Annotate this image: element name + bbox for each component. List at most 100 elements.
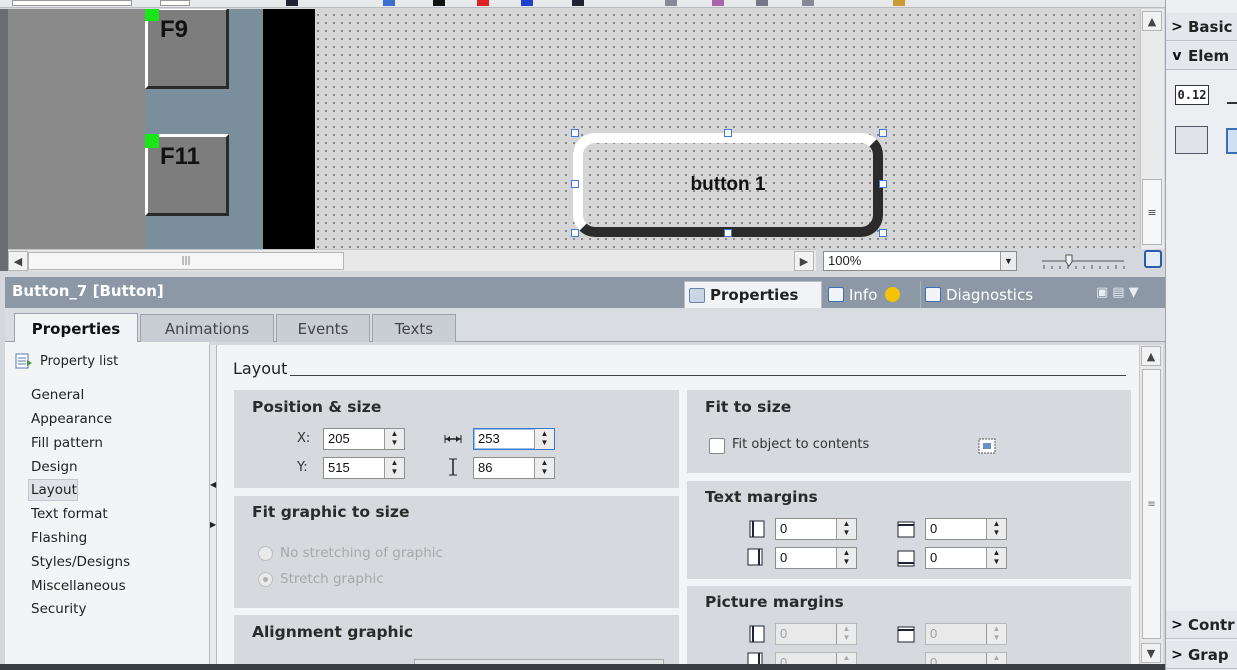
toolbox-section-elements[interactable]: v Elem: [1166, 42, 1237, 70]
subtab-events[interactable]: Events: [276, 314, 370, 342]
resize-handle[interactable]: [724, 229, 732, 237]
button-tool-icon[interactable]: [1227, 88, 1237, 104]
spinner-icon[interactable]: ▲▼: [986, 548, 1006, 568]
fit-object-checkbox[interactable]: [709, 438, 725, 454]
spinner-icon[interactable]: ▲▼: [534, 458, 554, 478]
y-input[interactable]: 515 ▲ ▼: [323, 457, 405, 479]
function-key-f9[interactable]: F9: [145, 9, 229, 89]
tab-info[interactable]: Info: [824, 281, 918, 308]
toolbox-section-controls[interactable]: > Contr: [1166, 611, 1237, 639]
graphic-io-tool-icon[interactable]: [1226, 128, 1237, 154]
resize-handle[interactable]: [571, 129, 579, 137]
scroll-up-icon[interactable]: ▲: [1141, 346, 1161, 366]
scroll-thumb[interactable]: ≡: [1142, 369, 1161, 639]
align-icon[interactable]: [383, 0, 395, 6]
text-margin-left-input[interactable]: 0 ▲ ▼: [775, 518, 857, 540]
expand-right-icon[interactable]: ▶: [210, 520, 216, 529]
picture-margin-left-input[interactable]: 0 ▲ ▼: [775, 623, 857, 645]
subtab-properties[interactable]: Properties: [14, 313, 138, 343]
flip-icon[interactable]: [802, 0, 814, 6]
resize-handle[interactable]: [879, 129, 887, 137]
spinner-icon[interactable]: ▲▼: [986, 519, 1006, 539]
tab-properties[interactable]: Properties: [684, 281, 822, 308]
float-window-icon[interactable]: ▣: [1096, 285, 1112, 300]
spinner-icon[interactable]: ▲▼: [986, 624, 1006, 644]
text-margin-bottom-input[interactable]: 0 ▲ ▼: [925, 547, 1007, 569]
text-color-icon[interactable]: [477, 0, 489, 6]
zoom-slider[interactable]: [1040, 252, 1126, 270]
tab-diagnostics[interactable]: Diagnostics: [920, 281, 1070, 308]
fill-color-icon[interactable]: [521, 0, 533, 6]
text-margin-right-input[interactable]: 0 ▲ ▼: [775, 547, 857, 569]
x-input[interactable]: 205 ▲ ▼: [323, 428, 405, 450]
minimize-icon[interactable]: ▤: [1112, 285, 1128, 300]
scroll-up-icon[interactable]: ▲: [1142, 11, 1162, 31]
spinner-icon[interactable]: ▲▼: [836, 624, 856, 644]
sidebar-item-flashing[interactable]: Flashing: [31, 528, 87, 548]
scroll-thumb[interactable]: |||: [28, 252, 344, 270]
fit-to-contents-icon[interactable]: [977, 436, 997, 456]
scroll-left-icon[interactable]: ◀: [8, 251, 28, 271]
width-input[interactable]: 253 ▲ ▼: [473, 428, 555, 450]
resize-handle[interactable]: [879, 180, 887, 188]
line-color-icon[interactable]: [433, 0, 445, 6]
toolbox-section-basic[interactable]: > Basic: [1166, 13, 1237, 41]
properties-vertical-scrollbar[interactable]: ▲ ≡ ▼: [1139, 345, 1163, 670]
selected-hmi-button[interactable]: button 1: [573, 133, 883, 237]
panel-window-controls[interactable]: ▣▤▼: [1096, 285, 1156, 301]
tab-label: Properties: [710, 286, 799, 304]
scroll-right-icon[interactable]: ▶: [794, 251, 814, 271]
radio-stretch-graphic[interactable]: [258, 572, 273, 587]
radio-no-stretching[interactable]: [258, 546, 273, 561]
sidebar-splitter[interactable]: ◀ ▶: [209, 345, 217, 670]
text-margin-top-input[interactable]: 0 ▲ ▼: [925, 518, 1007, 540]
pattern-icon[interactable]: [572, 0, 584, 6]
toolbox-section-graphics[interactable]: > Grap: [1166, 641, 1237, 669]
group-title: Fit graphic to size: [252, 503, 410, 521]
sidebar-item-styles-designs[interactable]: Styles/Designs: [31, 552, 130, 572]
spinner-icon[interactable]: ▲▼: [384, 458, 404, 478]
screen-canvas[interactable]: F9 F11 button 1: [8, 9, 1140, 249]
chevron-down-icon[interactable]: ▼: [1000, 252, 1016, 270]
rotate-icon[interactable]: [756, 0, 768, 6]
sidebar-item-general[interactable]: General: [31, 385, 84, 405]
scroll-thumb[interactable]: ≡: [1142, 179, 1162, 245]
group-title: Text margins: [705, 488, 818, 506]
group-icon[interactable]: [712, 0, 724, 6]
sidebar-item-design[interactable]: Design: [31, 457, 78, 477]
resize-handle[interactable]: [571, 229, 579, 237]
sidebar-item-security[interactable]: Security: [31, 599, 86, 619]
format-icon[interactable]: [286, 0, 298, 6]
resize-handle[interactable]: [724, 129, 732, 137]
picture-margin-top-input[interactable]: 0 ▲ ▼: [925, 623, 1007, 645]
sidebar-item-text-format[interactable]: Text format: [31, 504, 108, 524]
canvas-vertical-scrollbar[interactable]: ▲ ≡: [1140, 9, 1164, 249]
sidebar-item-layout[interactable]: Layout: [31, 480, 77, 500]
tools-icon[interactable]: [893, 0, 905, 6]
spinner-icon[interactable]: ▲▼: [534, 429, 554, 449]
zoom-select[interactable]: 100% ▼: [823, 251, 1017, 271]
spinner-icon[interactable]: ▲▼: [384, 429, 404, 449]
font-combo[interactable]: [12, 0, 132, 6]
resize-handle[interactable]: [571, 180, 579, 188]
arrange-icon[interactable]: [665, 0, 677, 6]
chevron-down-icon[interactable]: ▼: [1129, 285, 1143, 300]
function-key-f11[interactable]: F11: [145, 134, 229, 216]
subtab-texts[interactable]: Texts: [372, 314, 456, 342]
size-combo[interactable]: [160, 0, 190, 6]
collapse-left-icon[interactable]: ◀: [210, 480, 216, 489]
scroll-down-icon[interactable]: ▼: [1141, 643, 1161, 663]
sidebar-item-fill-pattern[interactable]: Fill pattern: [31, 433, 103, 453]
height-input[interactable]: 86 ▲ ▼: [473, 457, 555, 479]
spinner-icon[interactable]: ▲▼: [836, 519, 856, 539]
property-list-header[interactable]: Property list: [14, 352, 118, 370]
fullscreen-icon[interactable]: [1144, 250, 1162, 268]
sidebar-item-miscellaneous[interactable]: Miscellaneous: [31, 576, 126, 596]
sidebar-item-appearance[interactable]: Appearance: [31, 409, 112, 429]
resize-handle[interactable]: [879, 229, 887, 237]
spinner-icon[interactable]: ▲▼: [836, 548, 856, 568]
subtab-animations[interactable]: Animations: [140, 314, 274, 342]
switch-tool-icon[interactable]: [1175, 126, 1208, 154]
io-field-tool-icon[interactable]: 0.12: [1175, 85, 1209, 105]
canvas-horizontal-scrollbar[interactable]: ◀ ||| ▶: [8, 249, 816, 271]
